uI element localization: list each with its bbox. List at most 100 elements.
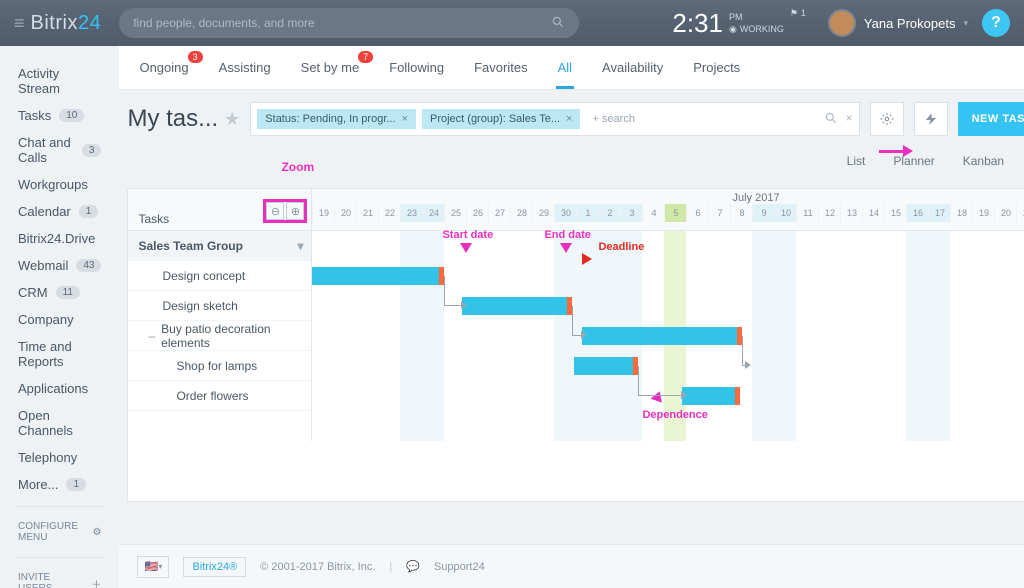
sidebar-item[interactable]: Chat and Calls3 bbox=[0, 129, 119, 171]
gantt-day: 30 bbox=[554, 204, 576, 222]
task-row[interactable]: Shop for lamps bbox=[128, 351, 311, 381]
sidebar-item-label: Workgroups bbox=[18, 177, 88, 192]
sidebar-item[interactable]: Telephony bbox=[0, 444, 119, 471]
menu-toggle-icon[interactable]: ≡ bbox=[14, 13, 25, 34]
sidebar-item[interactable]: Workgroups bbox=[0, 171, 119, 198]
task-row[interactable]: Order flowers bbox=[128, 381, 311, 411]
collapse-icon[interactable]: – bbox=[148, 329, 155, 343]
tab-badge: 7 bbox=[358, 51, 373, 63]
gantt-day: 19 bbox=[972, 204, 994, 222]
gantt-day: 4 bbox=[642, 204, 664, 222]
sidebar-item-label: More... bbox=[18, 477, 58, 492]
sidebar-item-label: Webmail bbox=[18, 258, 68, 273]
clock-widget[interactable]: 2:31 PM ◉ WORKING ⚑ 1 bbox=[672, 8, 806, 39]
sidebar-item[interactable]: Time and Reports bbox=[0, 333, 119, 375]
task-group-row[interactable]: Sales Team Group▾ bbox=[128, 231, 311, 261]
sidebar-item[interactable]: More...1 bbox=[0, 471, 119, 498]
bolt-button[interactable] bbox=[914, 102, 948, 136]
sidebar-item[interactable]: Tasks10 bbox=[0, 102, 119, 129]
tab[interactable]: Projects bbox=[691, 60, 742, 75]
gantt-day: 17 bbox=[928, 204, 950, 222]
tab[interactable]: All bbox=[556, 60, 574, 75]
task-row[interactable]: –Buy patio decoration elements bbox=[128, 321, 311, 351]
gantt-day: 29 bbox=[532, 204, 554, 222]
tab[interactable]: Assisting bbox=[217, 60, 273, 75]
favorite-star-icon[interactable]: ★ bbox=[224, 109, 240, 130]
dependency-line bbox=[742, 336, 746, 366]
task-label: Design sketch bbox=[162, 299, 237, 313]
gantt-day: 1 bbox=[576, 204, 598, 222]
footer-support[interactable]: Support24 bbox=[434, 561, 485, 573]
settings-button[interactable] bbox=[870, 102, 904, 136]
search-icon[interactable] bbox=[824, 111, 838, 128]
language-selector[interactable]: 🇺🇸 ▾ bbox=[137, 556, 169, 578]
sidebar-item[interactable]: Webmail43 bbox=[0, 252, 119, 279]
global-search-input[interactable]: find people, documents, and more bbox=[119, 8, 579, 38]
user-menu[interactable]: Yana Prokopets ▾ bbox=[828, 9, 968, 37]
chat-icon: 💬 bbox=[406, 560, 420, 573]
tab-badge: 3 bbox=[188, 51, 203, 63]
clock-time: 2:31 bbox=[672, 8, 723, 39]
deadline-marker bbox=[735, 387, 740, 405]
footer-brand: Bitrix24® bbox=[183, 557, 246, 577]
chip-remove-icon[interactable]: × bbox=[566, 113, 572, 125]
tab[interactable]: Ongoing3 bbox=[137, 60, 190, 75]
gantt-day: 3 bbox=[620, 204, 642, 222]
sidebar-item[interactable]: Activity Stream bbox=[0, 60, 119, 102]
gantt-day: 27 bbox=[488, 204, 510, 222]
dependency-line bbox=[444, 276, 462, 306]
clock-status: ◉ WORKING bbox=[729, 24, 784, 35]
sidebar-item[interactable]: Calendar1 bbox=[0, 198, 119, 225]
gantt-day: 16 bbox=[906, 204, 928, 222]
gantt-bar[interactable] bbox=[582, 327, 742, 345]
gantt-day: 25 bbox=[444, 204, 466, 222]
zoom-controls[interactable]: ⊖ ⊕ bbox=[263, 199, 307, 223]
invite-users-button[interactable]: INVITE USERS ＋ bbox=[0, 566, 119, 588]
sidebar-item-label: Company bbox=[18, 312, 74, 327]
gantt-day: 6 bbox=[686, 204, 708, 222]
arrow-down-end bbox=[560, 243, 572, 253]
sidebar-item[interactable]: Company bbox=[0, 306, 119, 333]
chip-remove-icon[interactable]: × bbox=[402, 113, 408, 125]
filter-chip-status[interactable]: Status: Pending, In progr...× bbox=[257, 109, 416, 129]
task-label: Order flowers bbox=[176, 389, 248, 403]
gantt-bar[interactable] bbox=[462, 297, 572, 315]
tab[interactable]: Availability bbox=[600, 60, 665, 75]
gantt-bar[interactable] bbox=[682, 387, 740, 405]
sidebar-item[interactable]: Applications bbox=[0, 375, 119, 402]
filter-bar[interactable]: Status: Pending, In progr...× Project (g… bbox=[250, 102, 859, 136]
page-footer: 🇺🇸 ▾ Bitrix24® © 2001-2017 Bitrix, Inc. … bbox=[119, 544, 1024, 588]
view-kanban[interactable]: Kanban bbox=[957, 150, 1010, 178]
gantt-bar[interactable] bbox=[574, 357, 638, 375]
task-row[interactable]: Design concept bbox=[128, 261, 311, 291]
sidebar-item-label: CRM bbox=[18, 285, 48, 300]
gantt-day: 22 bbox=[378, 204, 400, 222]
gantt-month-label: July 2017 bbox=[312, 189, 1024, 204]
user-avatar bbox=[828, 9, 856, 37]
task-row[interactable]: Design sketch bbox=[128, 291, 311, 321]
tab[interactable]: Following bbox=[387, 60, 446, 75]
start-date-annotation: Start date bbox=[442, 229, 493, 241]
new-task-button[interactable]: NEW TASK ▾ bbox=[958, 102, 1024, 136]
gantt-bar[interactable] bbox=[312, 267, 444, 285]
clear-filter-icon[interactable]: × bbox=[846, 111, 853, 128]
dependency-line bbox=[572, 306, 582, 336]
view-planner[interactable]: Planner bbox=[887, 150, 940, 178]
configure-menu-button[interactable]: CONFIGURE MENU ⚙ bbox=[0, 515, 119, 549]
sidebar: Activity StreamTasks10Chat and Calls3 Wor… bbox=[0, 46, 119, 588]
view-list[interactable]: List bbox=[841, 150, 872, 178]
chevron-down-icon[interactable]: ▾ bbox=[297, 239, 311, 253]
gantt-day: 20 bbox=[994, 204, 1016, 222]
sidebar-item[interactable]: Bitrix24.Drive bbox=[0, 225, 119, 252]
help-button[interactable]: ? bbox=[982, 9, 1010, 37]
filter-chip-project[interactable]: Project (group): Sales Te...× bbox=[422, 109, 580, 129]
zoom-in-icon[interactable]: ⊕ bbox=[286, 202, 304, 220]
sidebar-item-count: 10 bbox=[59, 109, 84, 122]
tab[interactable]: Set by me7 bbox=[299, 60, 362, 75]
sidebar-item[interactable]: CRM11 bbox=[0, 279, 119, 306]
zoom-out-icon[interactable]: ⊖ bbox=[266, 202, 284, 220]
sidebar-item[interactable]: Open Channels bbox=[0, 402, 119, 444]
gantt-day: 9 bbox=[752, 204, 774, 222]
task-label: Buy patio decoration elements bbox=[161, 322, 311, 350]
tab[interactable]: Favorites bbox=[472, 60, 529, 75]
